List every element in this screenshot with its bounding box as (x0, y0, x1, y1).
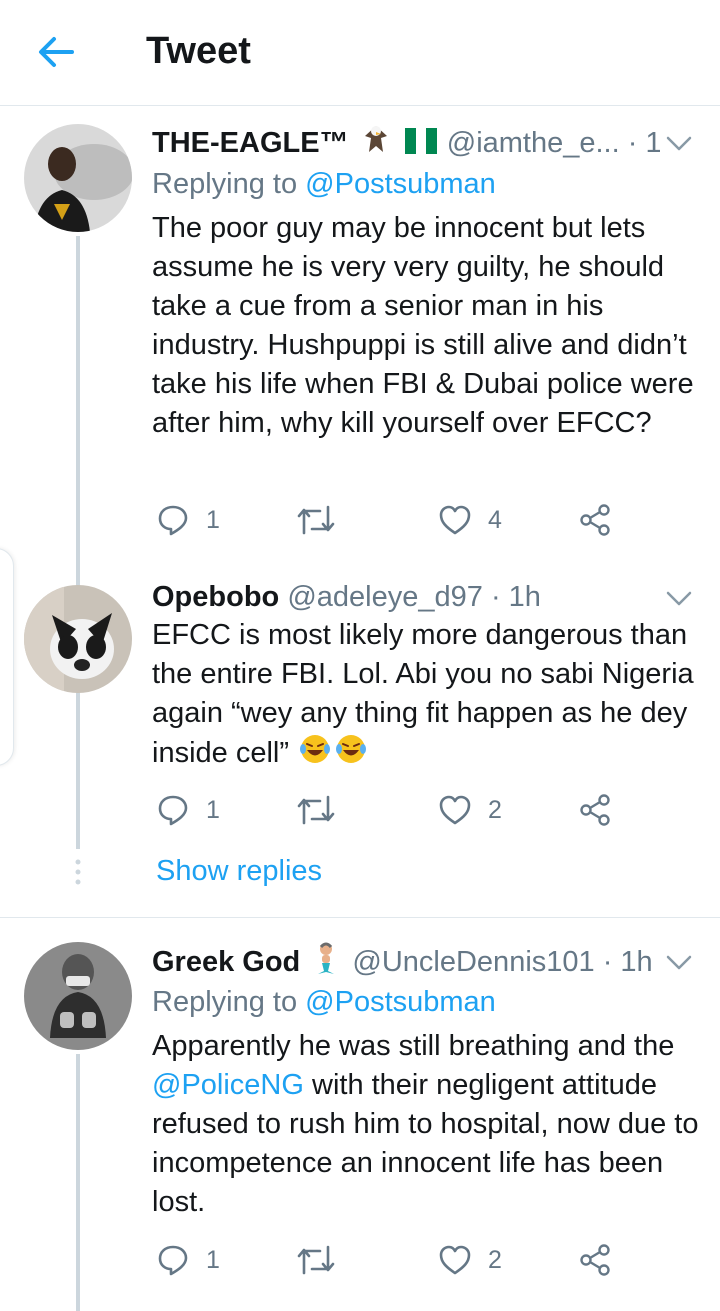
retweet-button[interactable] (296, 500, 352, 540)
reply-button[interactable]: 1 (156, 500, 220, 540)
reply-count: 1 (206, 1245, 220, 1274)
reply-count: 1 (206, 505, 220, 534)
like-count: 2 (488, 795, 502, 824)
tweet-text-part: Apparently he was still breathing and th… (152, 1030, 675, 1062)
tweet-meta: Greek God @UncleDennis101 · 1h (152, 941, 660, 981)
share-button[interactable] (578, 790, 612, 830)
tweet-text: EFCC is most likely more dangerous than … (152, 616, 712, 776)
reply-button[interactable]: 1 (156, 790, 220, 830)
share-icon (580, 504, 610, 536)
user-name[interactable]: THE-EAGLE™ (152, 127, 349, 159)
reply-button[interactable]: 1 (156, 1240, 220, 1280)
reply-icon (158, 1245, 188, 1276)
avatar-image (24, 585, 132, 693)
back-button[interactable] (34, 30, 78, 74)
page-title: Tweet (146, 30, 251, 72)
share-icon (580, 794, 610, 826)
divider (0, 917, 720, 918)
retweet-icon (297, 505, 335, 535)
chevron-down-icon[interactable] (664, 128, 694, 158)
like-icon (439, 795, 471, 825)
tweet-meta: THE-EAGLE™ @iamthe_e... · 1h (152, 122, 660, 162)
replying-prefix: Replying to (152, 168, 298, 200)
tweet-time[interactable]: · 1h (491, 581, 541, 613)
eagle-emoji (359, 122, 393, 162)
retweet-button[interactable] (296, 790, 352, 830)
merman-emoji (310, 941, 342, 981)
like-icon (439, 1245, 471, 1275)
thread-line (76, 1054, 80, 1311)
avatar[interactable] (24, 585, 132, 693)
side-panel-edge (0, 548, 14, 766)
like-count: 4 (488, 505, 502, 534)
tweet-time[interactable]: · 1h (628, 127, 660, 159)
retweet-button[interactable] (296, 1240, 352, 1280)
reply-icon (158, 505, 188, 536)
like-button[interactable]: 2 (438, 1240, 502, 1280)
tweet-actions: 1 4 (152, 500, 632, 540)
replying-to: Replying to @Postsubman (152, 164, 496, 204)
share-button[interactable] (578, 1240, 612, 1280)
laughing-emoji (299, 733, 331, 776)
share-button[interactable] (578, 500, 612, 540)
replying-to-link[interactable]: @Postsubman (305, 986, 496, 1018)
more-replies-dots-icon (75, 859, 81, 885)
laughing-emoji (335, 733, 367, 776)
chevron-down-icon[interactable] (664, 947, 694, 977)
tweet-text: The poor guy may be innocent but lets as… (152, 212, 694, 439)
tweet-meta: Opebobo @adeleye_d97 · 1h (152, 577, 660, 617)
avatar[interactable] (24, 942, 132, 1050)
user-handle[interactable]: @UncleDennis101 (352, 946, 594, 978)
top-bar: Tweet (0, 0, 720, 106)
tweet-text-content: EFCC is most likely more dangerous than … (152, 619, 694, 770)
avatar[interactable] (24, 124, 132, 232)
replying-prefix: Replying to (152, 986, 298, 1018)
share-icon (580, 1244, 610, 1276)
nigeria-flag-emoji (404, 125, 437, 163)
like-icon (439, 505, 471, 535)
replying-to: Replying to @Postsubman (152, 982, 496, 1022)
retweet-icon (297, 1245, 335, 1275)
back-arrow-icon (39, 37, 74, 67)
reply-icon (158, 795, 188, 826)
like-count: 2 (488, 1245, 502, 1274)
show-replies-link[interactable]: Show replies (156, 855, 322, 888)
avatar-image (24, 124, 132, 232)
like-button[interactable]: 2 (438, 790, 502, 830)
reply-count: 1 (206, 795, 220, 824)
like-button[interactable]: 4 (438, 500, 502, 540)
user-handle[interactable]: @adeleye_d97 (287, 581, 483, 613)
user-name[interactable]: Greek God (152, 946, 300, 978)
tweet-actions: 1 2 (152, 790, 632, 830)
tweet-time[interactable]: · 1h (603, 946, 653, 978)
tweet-text: Apparently he was still breathing and th… (152, 1027, 712, 1222)
avatar-image (24, 942, 132, 1050)
mention-link[interactable]: @PoliceNG (152, 1069, 304, 1101)
tweet-actions: 1 2 (152, 1240, 632, 1280)
user-handle[interactable]: @iamthe_e... (447, 127, 620, 159)
user-name[interactable]: Opebobo (152, 581, 279, 613)
retweet-icon (297, 795, 335, 825)
thread-line (76, 236, 80, 849)
replying-to-link[interactable]: @Postsubman (305, 168, 496, 200)
chevron-down-icon[interactable] (664, 583, 694, 613)
